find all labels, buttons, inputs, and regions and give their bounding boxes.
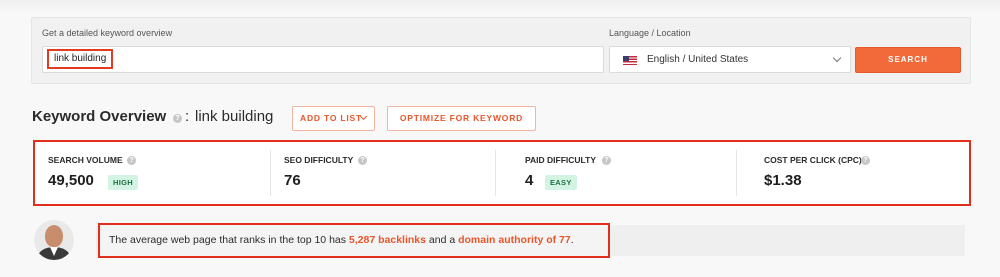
keyword-input-value: link building <box>47 49 114 69</box>
insight-middle: and a <box>425 234 459 246</box>
title-colon: : <box>185 108 190 125</box>
add-to-list-button[interactable]: ADD TO LIST <box>292 106 375 131</box>
top-shadow <box>0 0 1000 14</box>
divider <box>736 150 737 196</box>
optimize-for-keyword-button[interactable]: OPTIMIZE FOR KEYWORD <box>387 106 536 131</box>
keyword-search-panel: Get a detailed keyword overview Language… <box>31 17 971 84</box>
metric-value: 4 <box>525 172 534 189</box>
add-to-list-label: ADD TO LIST <box>300 113 363 123</box>
search-button[interactable]: SEARCH <box>855 47 961 73</box>
metric-paid-difficulty: PAID DIFFICULTY ? 4 EASY <box>512 142 746 204</box>
chevron-down-icon <box>832 53 842 63</box>
metric-cost-per-click: COST PER CLICK (CPC) ? $1.38 <box>751 142 969 204</box>
info-icon[interactable]: ? <box>173 114 182 123</box>
domain-authority: domain authority of 77 <box>458 234 571 246</box>
avatar-head <box>45 225 63 247</box>
page-title: Keyword Overview <box>32 108 167 125</box>
metric-label: SEO DIFFICULTY <box>284 155 354 165</box>
metrics-panel: SEARCH VOLUME ? 49,500 HIGH SEO DIFFICUL… <box>33 140 971 206</box>
metric-search-volume: SEARCH VOLUME ? 49,500 HIGH <box>35 142 269 204</box>
language-field-label: Language / Location <box>609 28 691 38</box>
insight-suffix: . <box>570 234 574 246</box>
metric-seo-difficulty: SEO DIFFICULTY ? 76 <box>271 142 505 204</box>
language-location-select[interactable]: English / United States <box>609 46 851 73</box>
volume-badge: HIGH <box>108 175 138 190</box>
info-icon[interactable]: ? <box>358 156 367 165</box>
info-icon[interactable]: ? <box>861 156 870 165</box>
overview-keyword: link building <box>195 108 274 125</box>
difficulty-badge: EASY <box>545 175 577 190</box>
keyword-input[interactable]: link building <box>42 46 604 73</box>
info-icon[interactable]: ? <box>602 156 611 165</box>
us-flag-icon <box>623 56 637 65</box>
metric-label: COST PER CLICK (CPC) <box>764 155 862 165</box>
info-icon[interactable]: ? <box>127 156 136 165</box>
backlink-insight: The average web page that ranks in the t… <box>98 223 610 258</box>
keyword-field-label: Get a detailed keyword overview <box>42 28 173 38</box>
metric-label: SEARCH VOLUME <box>48 155 123 165</box>
metric-value: 49,500 <box>48 172 94 189</box>
metric-value: 76 <box>284 172 301 189</box>
divider <box>495 150 496 196</box>
metric-label: PAID DIFFICULTY <box>525 155 596 165</box>
backlinks-count: 5,287 backlinks <box>348 234 426 246</box>
avatar <box>34 220 74 260</box>
insight-prefix: The average web page that ranks in the t… <box>109 234 349 246</box>
language-location-value: English / United States <box>647 54 749 65</box>
metric-value: $1.38 <box>764 172 802 189</box>
